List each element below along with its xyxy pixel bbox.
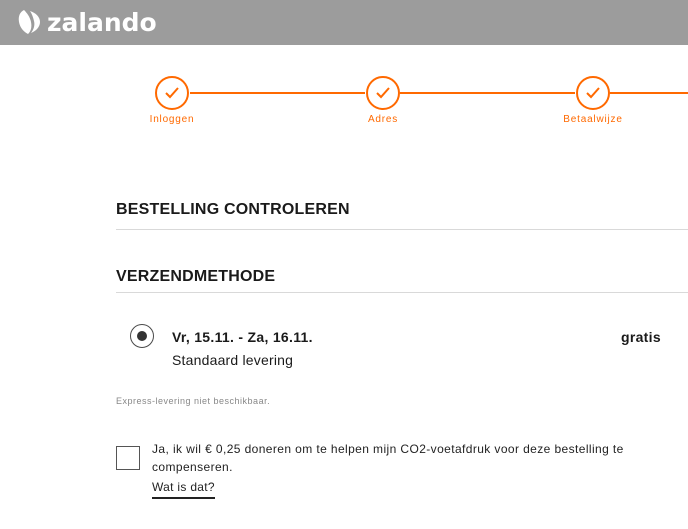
- page-title: BESTELLING CONTROLEREN: [116, 201, 350, 218]
- step-label: Betaalwijze: [563, 114, 623, 125]
- step-label: Inloggen: [149, 114, 195, 125]
- step-betaalwijze[interactable]: Betaalwijze: [563, 76, 622, 125]
- step-label: Adres: [367, 114, 399, 125]
- check-icon: [366, 76, 400, 110]
- progress-line: [190, 92, 365, 94]
- shipping-section-title: VERZENDMETHODE: [116, 268, 276, 285]
- step-inloggen[interactable]: Inloggen: [150, 76, 194, 125]
- what-is-that-link[interactable]: Wat is dat?: [152, 480, 215, 499]
- check-icon: [155, 76, 189, 110]
- shipping-price: gratis: [621, 329, 661, 345]
- top-bar: zalando: [0, 0, 688, 45]
- shipping-option-radio[interactable]: [130, 324, 154, 348]
- progress-line: [400, 92, 575, 94]
- zalando-logo-icon: [18, 10, 40, 34]
- checkout-progress: Inloggen Adres Betaalwijze: [0, 76, 688, 136]
- check-icon: [576, 76, 610, 110]
- donation-text: Ja, ik wil € 0,25 doneren om te helpen m…: [152, 442, 624, 474]
- shipping-date: Vr, 15.11. - Za, 16.11.: [172, 329, 313, 345]
- zalando-logo[interactable]: zalando: [18, 7, 157, 37]
- donation-checkbox[interactable]: [116, 446, 140, 470]
- progress-line: [610, 92, 688, 94]
- shipping-type: Standaard levering: [172, 352, 294, 368]
- step-adres[interactable]: Adres: [366, 76, 400, 125]
- divider: [116, 292, 688, 293]
- radio-selected-dot: [137, 331, 147, 341]
- express-note: Express-levering niet beschikbaar.: [116, 396, 271, 406]
- divider: [116, 229, 688, 230]
- brand-name: zalando: [47, 7, 157, 37]
